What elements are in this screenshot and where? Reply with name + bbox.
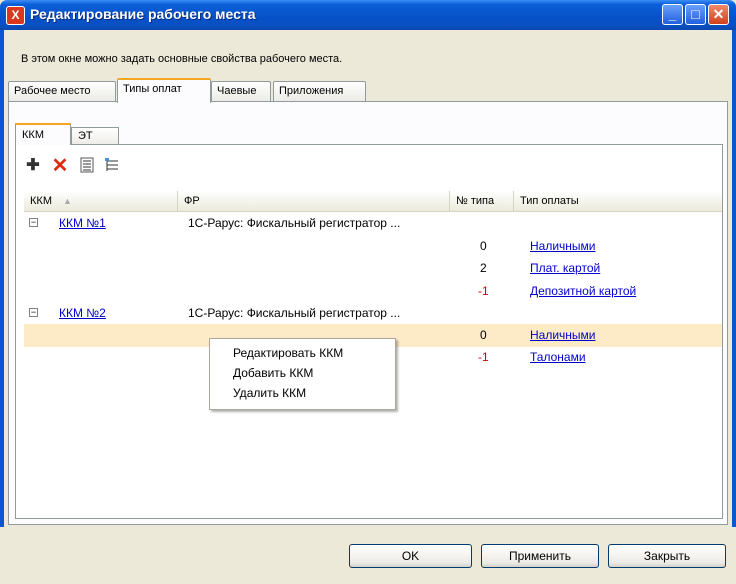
tab-payment-types[interactable]: Типы оплат bbox=[117, 78, 211, 103]
type-number-cell: -1 bbox=[478, 284, 489, 298]
tab-kkm[interactable]: ККМ bbox=[15, 123, 71, 145]
delete-icon[interactable]: ✕ bbox=[51, 156, 69, 176]
payment-type-link[interactable]: Депозитной картой bbox=[530, 280, 636, 303]
tab-tips[interactable]: Чаевые bbox=[211, 81, 271, 101]
table-row[interactable]: 2 Плат. картой bbox=[24, 257, 722, 280]
menu-item-edit-kkm[interactable]: Редактировать ККМ bbox=[233, 343, 343, 363]
apply-button[interactable]: Применить bbox=[481, 544, 599, 568]
hint-text: В этом окне можно задать основные свойст… bbox=[21, 53, 343, 65]
kkm-link[interactable]: ККМ №1 bbox=[59, 212, 106, 235]
minimize-button[interactable]: _ bbox=[662, 4, 683, 25]
column-header-fr[interactable]: ФР bbox=[178, 191, 450, 211]
column-header-payment-type[interactable]: Тип оплаты bbox=[514, 191, 722, 211]
payment-type-link[interactable]: Наличными bbox=[530, 324, 596, 347]
list-icon[interactable] bbox=[78, 157, 96, 175]
payment-type-link[interactable]: Наличными bbox=[530, 235, 596, 258]
window-title: Редактирование рабочего места bbox=[30, 6, 256, 22]
column-header-kkm[interactable]: ККМ ▲ bbox=[24, 191, 178, 211]
table-row[interactable]: − ККМ №2 1С-Рарус: Фискальный регистрато… bbox=[24, 302, 722, 325]
table-row[interactable]: 0 Наличными bbox=[24, 235, 722, 258]
app-icon: Х bbox=[6, 6, 25, 25]
add-icon[interactable]: ✚ bbox=[24, 157, 42, 175]
type-number-cell: 0 bbox=[480, 239, 487, 253]
window-border-left bbox=[0, 30, 4, 584]
maximize-button[interactable]: □ bbox=[685, 4, 706, 25]
window-border-right bbox=[732, 30, 736, 584]
payment-type-link[interactable]: Талонами bbox=[530, 346, 586, 369]
tab-applications[interactable]: Приложения bbox=[273, 81, 366, 101]
type-number-cell: 2 bbox=[480, 261, 487, 275]
tab-et[interactable]: ЭТ bbox=[71, 127, 119, 145]
tree-icon[interactable] bbox=[103, 157, 121, 175]
ok-button[interactable]: OK bbox=[349, 544, 472, 568]
tab-workplace[interactable]: Рабочее место bbox=[8, 81, 116, 101]
close-button[interactable]: Закрыть bbox=[608, 544, 726, 568]
payment-type-link[interactable]: Плат. картой bbox=[530, 257, 600, 280]
menu-item-add-kkm[interactable]: Добавить ККМ bbox=[233, 363, 313, 383]
collapse-icon[interactable]: − bbox=[29, 308, 38, 317]
close-window-button[interactable]: ✕ bbox=[708, 4, 729, 25]
column-header-kkm-label: ККМ bbox=[30, 195, 52, 207]
column-header-type-number[interactable]: № типа bbox=[450, 191, 514, 211]
fr-cell: 1С-Рарус: Фискальный регистратор ... bbox=[188, 216, 401, 230]
table-row[interactable]: -1 Депозитной картой bbox=[24, 280, 722, 303]
type-number-cell: 0 bbox=[480, 328, 487, 342]
sort-ascending-icon: ▲ bbox=[63, 196, 72, 206]
grid-header: ККМ ▲ ФР № типа Тип оплаты bbox=[24, 191, 722, 212]
title-bar[interactable]: Х Редактирование рабочего места _ □ ✕ bbox=[0, 0, 736, 30]
type-number-cell: -1 bbox=[478, 350, 489, 364]
kkm-link[interactable]: ККМ №2 bbox=[59, 302, 106, 325]
menu-item-delete-kkm[interactable]: Удалить ККМ bbox=[233, 383, 306, 403]
context-menu: Редактировать ККМ Добавить ККМ Удалить К… bbox=[209, 338, 396, 410]
fr-cell: 1С-Рарус: Фискальный регистратор ... bbox=[188, 306, 401, 320]
collapse-icon[interactable]: − bbox=[29, 218, 38, 227]
table-row[interactable]: − ККМ №1 1С-Рарус: Фискальный регистрато… bbox=[24, 212, 722, 235]
